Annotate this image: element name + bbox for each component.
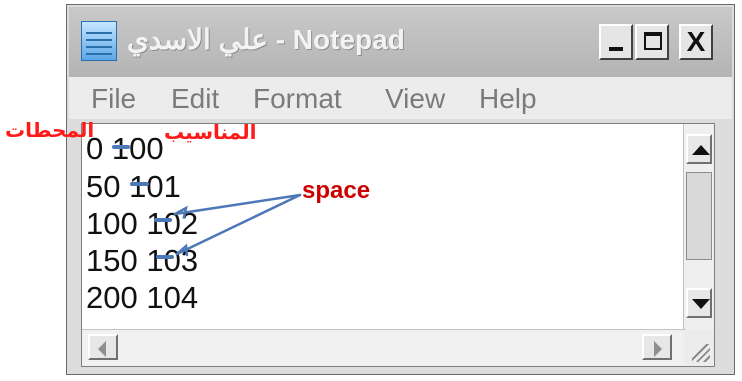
space-annotation: space	[302, 177, 371, 204]
menu-bar: File Edit Format View Help	[69, 77, 732, 119]
editor-line: 0 100	[86, 131, 164, 166]
text-editor[interactable]: 0 100 50 101 100 102 150 103 200 104	[81, 123, 715, 367]
close-button[interactable]: X	[679, 24, 713, 60]
maximize-icon	[644, 32, 662, 50]
menu-help[interactable]: Help	[479, 83, 537, 115]
horizontal-scrollbar[interactable]	[82, 329, 686, 366]
menu-view[interactable]: View	[385, 83, 445, 115]
up-arrow-icon	[692, 145, 710, 155]
menu-edit[interactable]: Edit	[171, 83, 219, 115]
scroll-down-button[interactable]	[686, 288, 712, 318]
close-icon: X	[686, 26, 706, 57]
titlebar: علي الاسدي - Notepad X	[69, 7, 732, 77]
scroll-right-button[interactable]	[642, 334, 672, 360]
menu-file[interactable]: File	[91, 83, 136, 115]
editor-line: 50 101	[86, 169, 181, 204]
vertical-scroll-thumb[interactable]	[686, 172, 712, 260]
resize-grip[interactable]	[684, 330, 714, 366]
editor-line: 100 102	[86, 206, 199, 241]
editor-line: 200 104	[86, 280, 199, 315]
right-arrow-icon	[654, 341, 662, 357]
notepad-window: علي الاسدي - Notepad X File Edit Format …	[66, 4, 735, 375]
menu-format[interactable]: Format	[253, 83, 342, 115]
notepad-icon	[81, 21, 117, 61]
left-arrow-icon	[98, 341, 106, 357]
editor-line: 150 103	[86, 243, 199, 278]
minimize-button[interactable]	[599, 24, 633, 60]
window-title: علي الاسدي - Notepad	[127, 24, 405, 55]
vertical-scrollbar[interactable]	[683, 124, 714, 332]
scroll-left-button[interactable]	[88, 334, 118, 360]
down-arrow-icon	[692, 299, 710, 309]
annotation-right: المناسيب	[164, 120, 257, 144]
maximize-button[interactable]	[635, 24, 669, 60]
scroll-up-button[interactable]	[686, 134, 712, 164]
minimize-icon	[609, 47, 623, 51]
annotation-left: المحطات	[5, 118, 95, 142]
